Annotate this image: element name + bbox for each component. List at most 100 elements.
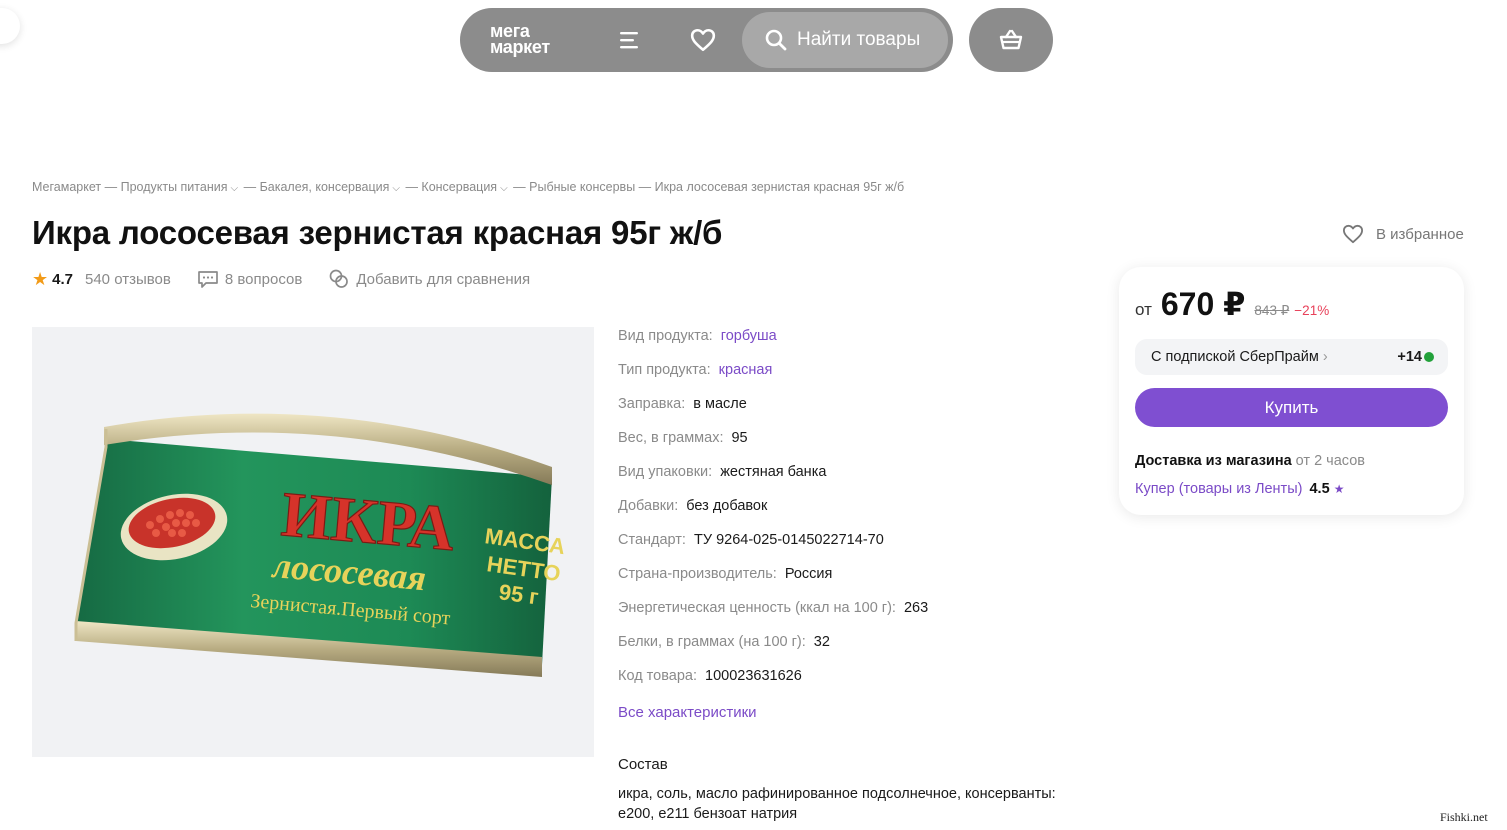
spec-label: Тип продукта:: [618, 362, 711, 378]
breadcrumb-item-megamarket[interactable]: Мегамаркет: [32, 180, 101, 194]
delivery-time: от 2 часов: [1295, 453, 1365, 469]
price-card: от 670 ₽ 843 ₽ −21% С подпиской СберПрай…: [1119, 267, 1464, 515]
price-from-label: от: [1135, 300, 1152, 319]
chevron-down-icon[interactable]: ⌵: [231, 183, 239, 194]
seller-link[interactable]: Купер (товары из Ленты): [1135, 481, 1302, 497]
reviews-link[interactable]: 540 отзывов: [85, 271, 171, 288]
compare-icon: [329, 269, 349, 288]
spec-value: жестяная банка: [720, 464, 827, 480]
spec-value: ТУ 9264-025-0145022714-70: [693, 532, 884, 548]
megamarket-logo[interactable]: мега маркет: [490, 22, 550, 57]
spec-row: Вид продукта: горбуша: [618, 328, 928, 362]
spec-label: Белки, в граммах (на 100 г):: [618, 634, 806, 650]
buy-button[interactable]: Купить: [1135, 388, 1448, 427]
delivery-type: Доставка из магазина: [1135, 453, 1292, 469]
spec-row: Заправка: в масле: [618, 396, 928, 430]
cart-icon: [999, 29, 1023, 50]
seller-info: Купер (товары из Ленты) 4.5 ★: [1135, 481, 1344, 497]
spec-row: Стандарт: ТУ 9264-025-0145022714-70: [618, 532, 928, 566]
logo-line-2: маркет: [490, 37, 550, 57]
questions-link[interactable]: 8 вопросов: [197, 269, 302, 289]
chevron-right-icon: ›: [1322, 349, 1328, 365]
product-image[interactable]: ИКРА лососевая Зернистая.Первый сорт МАС…: [32, 327, 594, 757]
catalog-menu-button[interactable]: [610, 20, 650, 60]
spec-value: без добавок: [686, 498, 768, 514]
compare-label: Добавить для сравнения: [356, 270, 531, 288]
spec-row: Тип продукта: красная: [618, 362, 928, 396]
top-navigation: мега маркет Найти товары: [460, 8, 953, 72]
add-to-favorites-link[interactable]: В избранное: [1342, 224, 1464, 244]
favorites-label: В избранное: [1376, 225, 1464, 243]
spec-label: Вид продукта:: [618, 328, 713, 344]
search-button[interactable]: Найти товары: [742, 12, 948, 68]
breadcrumb-item-fish[interactable]: Рыбные консервы: [529, 180, 635, 194]
old-price: 843 ₽: [1254, 303, 1290, 318]
breadcrumb-item-grocery[interactable]: Бакалея, консервация: [260, 180, 390, 194]
spec-label: Энергетическая ценность (ккал на 100 г):: [618, 600, 896, 616]
questions-label: 8 вопросов: [224, 270, 303, 288]
composition-text: икра, соль, масло рафинированное подсолн…: [618, 786, 1056, 822]
caviar-can-image: ИКРА лососевая Зернистая.Первый сорт МАС…: [74, 413, 567, 677]
spec-value-link[interactable]: горбуша: [721, 328, 777, 344]
breadcrumb-separator: —: [104, 180, 118, 194]
chevron-down-icon[interactable]: ⌵: [392, 183, 400, 194]
discount-badge: −21%: [1294, 303, 1330, 318]
spec-value: в масле: [693, 396, 747, 412]
watermark: Fishki.net: [1440, 810, 1488, 824]
delivery-info: Доставка из магазина от 2 часов: [1135, 453, 1365, 469]
spec-label: Вес, в граммах:: [618, 430, 724, 446]
spec-row: Добавки: без добавок: [618, 498, 928, 532]
spec-value: 32: [813, 634, 830, 650]
breadcrumb-item-canned[interactable]: Консервация: [421, 180, 497, 194]
compare-link[interactable]: Добавить для сравнения: [328, 268, 530, 290]
spec-row: Энергетическая ценность (ккал на 100 г):…: [618, 600, 928, 634]
spec-value: 100023631626: [705, 668, 802, 684]
composition-title: Состав: [618, 756, 668, 773]
spec-value: 263: [903, 600, 929, 616]
spec-value: Россия: [784, 566, 833, 582]
breadcrumb-separator: —: [638, 180, 652, 194]
spec-row: Вид упаковки: жестяная банка: [618, 464, 928, 498]
spec-label: Заправка:: [618, 396, 686, 412]
spec-label: Страна-производитель:: [618, 566, 777, 582]
breadcrumb-separator: —: [513, 180, 526, 194]
cart-button[interactable]: [969, 8, 1053, 72]
product-specs: Вид продукта: горбуша Тип продукта: красна…: [618, 328, 928, 702]
search-label: Найти товары: [797, 29, 921, 50]
heart-icon: [690, 28, 716, 52]
spec-row: Вес, в граммах: 95: [618, 430, 928, 464]
favorites-button[interactable]: [683, 20, 723, 60]
rating-value: 4.7: [52, 270, 73, 288]
spec-row: Белки, в граммах (на 100 г): 32: [618, 634, 928, 668]
all-specs-link[interactable]: Все характеристики: [618, 704, 757, 721]
breadcrumb-item-food[interactable]: Продукты питания: [121, 180, 228, 194]
sberprime-subscription-row[interactable]: С подпиской СберПрайм › +14: [1135, 339, 1448, 375]
spec-label: Вид упаковки:: [618, 464, 713, 480]
page-title: Икра лососевая зернистая красная 95г ж/б: [32, 214, 723, 251]
star-icon: ★: [32, 269, 49, 289]
spec-label: Добавки:: [618, 498, 679, 514]
current-price: 670 ₽: [1160, 286, 1246, 322]
price-row: от 670 ₽ 843 ₽ −21%: [1135, 285, 1329, 323]
bonus-points: +14: [1397, 349, 1434, 365]
spec-row: Код товара: 100023631626: [618, 668, 928, 702]
spec-label: Стандарт:: [618, 532, 686, 548]
breadcrumb: Мегамаркет — Продукты питания ⌵ — Бакалея…: [32, 180, 904, 194]
breadcrumb-separator: —: [243, 180, 257, 194]
sberprime-label: С подпиской СберПрайм ›: [1151, 349, 1328, 365]
side-panel-tab[interactable]: [0, 8, 20, 44]
chevron-down-icon[interactable]: ⌵: [500, 183, 508, 194]
sberprime-text: С подпиской СберПрайм: [1151, 349, 1319, 365]
breadcrumb-item-current: Икра лососевая зернистая красная 95г ж/б: [654, 180, 905, 194]
spec-label: Код товара:: [618, 668, 697, 684]
spec-value-link[interactable]: красная: [719, 362, 773, 378]
bonus-value: +14: [1397, 349, 1422, 365]
menu-icon: [620, 32, 638, 49]
chat-icon: [198, 271, 218, 288]
spec-row: Страна-производитель: Россия: [618, 566, 928, 600]
heart-outline-icon: [1342, 224, 1363, 244]
breadcrumb-separator: —: [405, 180, 418, 194]
search-icon: [765, 29, 787, 51]
spec-value: 95: [731, 430, 748, 446]
star-icon: ★: [1333, 482, 1345, 496]
